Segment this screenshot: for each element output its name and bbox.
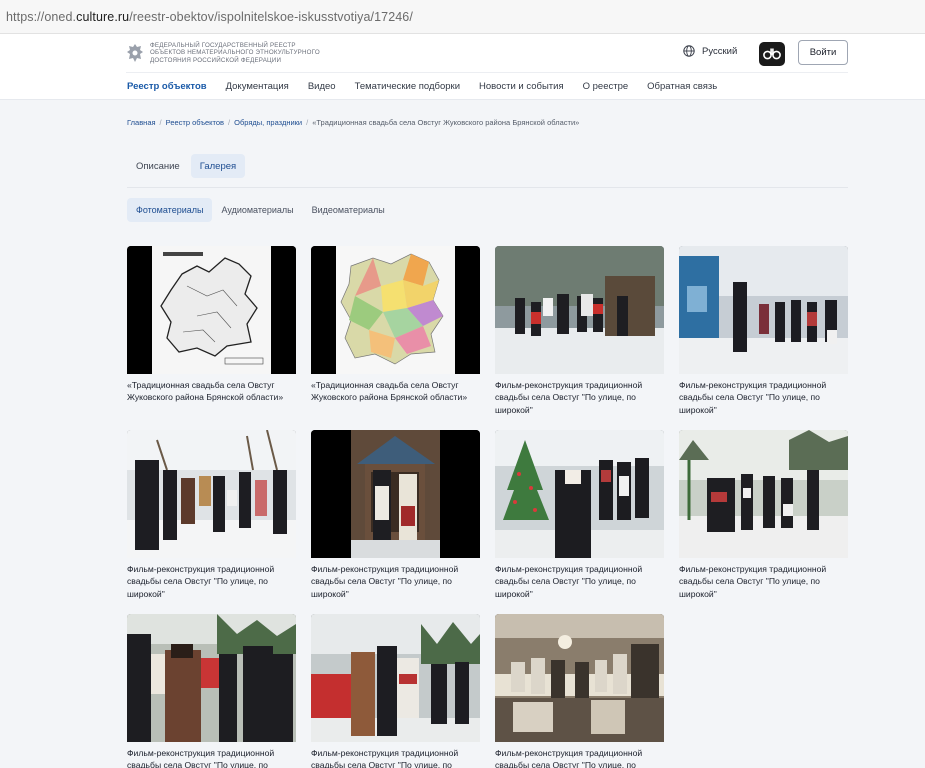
coat-of-arms-icon [127,43,143,62]
gallery-thumbnail[interactable] [311,246,480,374]
nav-item-video[interactable]: Видео [308,81,336,92]
gallery-card[interactable]: Фильм-реконструкция традиционной свадьбы… [495,246,664,416]
gallery-thumbnail[interactable] [127,430,296,558]
gallery-card[interactable]: Фильм-реконструкция традиционной свадьбы… [679,430,848,600]
gallery-caption[interactable]: Фильм-реконструкция традиционной свадьбы… [127,747,296,768]
accessibility-button[interactable] [759,42,785,66]
tabs-divider [127,187,848,188]
nav-item-news[interactable]: Новости и события [479,81,564,92]
breadcrumb: Главная / Реестр объектов / Обряды, праздник… [127,118,580,127]
gallery-card[interactable]: Фильм-реконструкция традиционной свадьбы… [495,614,664,768]
gallery-card[interactable]: Фильм-реконструкция традиционной свадьбы… [311,430,480,600]
gallery-caption[interactable]: Фильм-реконструкция традиционной свадьбы… [495,563,664,600]
gallery-caption[interactable]: Фильм-реконструкция традиционной свадьбы… [495,379,664,416]
gallery-card[interactable]: Фильм-реконструкция традиционной свадьбы… [127,614,296,768]
nav-item-collections[interactable]: Тематические подборки [355,81,460,92]
gallery-thumbnail[interactable] [495,430,664,558]
breadcrumb-registry[interactable]: Реестр объектов [166,118,224,127]
language-label: Русский [702,45,738,57]
nav-item-feedback[interactable]: Обратная связь [647,81,717,92]
gallery-thumbnail[interactable] [495,614,664,742]
gallery-thumbnail[interactable] [679,430,848,558]
main-nav: Реестр объектов Документация Видео Темат… [127,81,736,92]
gallery-thumbnail[interactable] [679,246,848,374]
gallery-card[interactable]: «Традиционная свадьба села Овстуг Жуковс… [311,246,480,404]
site-logo[interactable]: Федеральный государственный реестр объек… [126,42,320,64]
gallery-card[interactable]: Фильм-реконструкция традиционной свадьбы… [311,614,480,768]
gallery-caption[interactable]: Фильм-реконструкция традиционной свадьбы… [311,563,480,600]
tab-description[interactable]: Описание [127,154,189,178]
media-subtabs: Фотоматериалы Аудиоматериалы Видеоматери… [127,198,394,222]
gallery-thumbnail[interactable] [495,246,664,374]
tab-gallery[interactable]: Галерея [190,154,246,178]
breadcrumb-home[interactable]: Главная [127,118,156,127]
nav-item-documentation[interactable]: Документация [226,81,289,92]
subtab-video[interactable]: Видеоматериалы [303,198,394,222]
subtab-audio[interactable]: Аудиоматериалы [212,198,302,222]
gallery-caption[interactable]: «Традиционная свадьба села Овстуг Жуковс… [127,379,296,404]
language-switcher[interactable]: Русский [683,45,737,57]
content-tabs: Описание Галерея [127,154,247,178]
gallery-thumbnail[interactable] [127,614,296,742]
breadcrumb-category[interactable]: Обряды, праздники [234,118,302,127]
gallery-caption[interactable]: Фильм-реконструкция традиционной свадьбы… [311,747,480,768]
gallery-card[interactable]: Фильм-реконструкция традиционной свадьбы… [679,246,848,416]
nav-item-about[interactable]: О реестре [583,81,629,92]
gallery-caption[interactable]: Фильм-реконструкция традиционной свадьбы… [127,563,296,600]
gallery-caption[interactable]: Фильм-реконструкция традиционной свадьбы… [679,379,848,416]
glasses-icon [763,48,781,60]
breadcrumb-current: «Традиционная свадьба села Овстуг Жуковс… [312,118,580,127]
gallery-caption[interactable]: «Традиционная свадьба села Овстуг Жуковс… [311,379,480,404]
site-header: Федеральный государственный реестр объек… [0,34,925,100]
gallery-caption[interactable]: Фильм-реконструкция традиционной свадьбы… [679,563,848,600]
nav-item-registry[interactable]: Реестр объектов [127,81,207,92]
gallery-thumbnail[interactable] [311,430,480,558]
gallery-card[interactable]: «Традиционная свадьба села Овстуг Жуковс… [127,246,296,404]
gallery-caption[interactable]: Фильм-реконструкция традиционной свадьбы… [495,747,664,768]
logo-text: Федеральный государственный реестр объек… [150,42,320,64]
login-button[interactable]: Войти [798,40,848,65]
gallery-card[interactable]: Фильм-реконструкция традиционной свадьбы… [495,430,664,600]
subtab-photos[interactable]: Фотоматериалы [127,198,213,222]
gallery-thumbnail[interactable] [311,614,480,742]
globe-icon [683,45,695,57]
browser-url-bar[interactable]: https://oned.culture.ru/reestr-obektov/i… [0,0,925,34]
url-text[interactable]: https://oned.culture.ru/reestr-obektov/i… [6,10,413,24]
gallery-thumbnail[interactable] [127,246,296,374]
header-divider [126,72,848,73]
gallery-card[interactable]: Фильм-реконструкция традиционной свадьбы… [127,430,296,600]
